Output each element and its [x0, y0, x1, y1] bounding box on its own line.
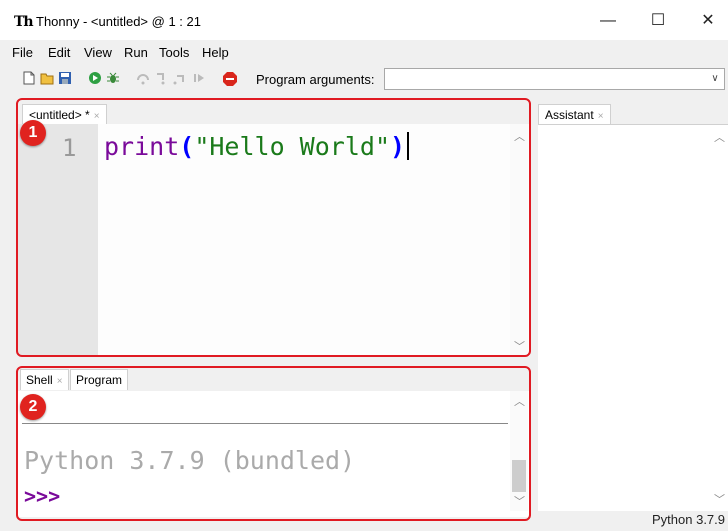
scroll-up-icon[interactable]: ︿ [714, 129, 725, 145]
chevron-down-icon[interactable]: ∨ [706, 68, 725, 90]
scroll-down-icon[interactable]: ﹀ [714, 491, 725, 507]
tab-assistant[interactable]: Assistant × [538, 104, 611, 125]
menu-view[interactable]: View [84, 45, 112, 60]
close-tab-icon[interactable]: × [598, 111, 604, 122]
minimize-button[interactable]: — [586, 8, 630, 34]
stop-icon[interactable] [222, 71, 237, 86]
program-arguments-label: Program arguments: [256, 72, 375, 87]
step-over-icon[interactable] [136, 71, 150, 85]
save-icon[interactable] [58, 71, 72, 85]
debug-icon[interactable] [106, 71, 120, 85]
annotation-badge-1: 1 [20, 120, 46, 146]
interpreter-status[interactable]: Python 3.7.9 [652, 512, 725, 527]
thonny-logo: Th [14, 14, 34, 30]
step-into-icon[interactable] [154, 71, 168, 85]
menu-help[interactable]: Help [202, 45, 229, 60]
menu-edit[interactable]: Edit [48, 45, 70, 60]
menu-tools[interactable]: Tools [159, 45, 189, 60]
window-title: Thonny - <untitled> @ 1 : 21 [36, 14, 201, 29]
assistant-panel: ︿ ﹀ [538, 124, 728, 511]
step-out-icon[interactable] [172, 71, 186, 85]
shell-highlight-box [16, 366, 531, 521]
annotation-badge-2: 2 [20, 394, 46, 420]
resume-icon[interactable] [192, 71, 206, 85]
close-button[interactable]: ✕ [686, 8, 728, 34]
open-file-icon[interactable] [40, 71, 54, 85]
editor-highlight-box [16, 98, 531, 357]
maximize-button[interactable]: ☐ [636, 8, 680, 34]
tab-label: Assistant [545, 108, 594, 122]
run-icon[interactable] [88, 71, 102, 85]
menu-file[interactable]: File [12, 45, 33, 60]
menu-run[interactable]: Run [124, 45, 148, 60]
program-arguments-input[interactable] [384, 68, 708, 90]
new-file-icon[interactable] [22, 71, 36, 85]
